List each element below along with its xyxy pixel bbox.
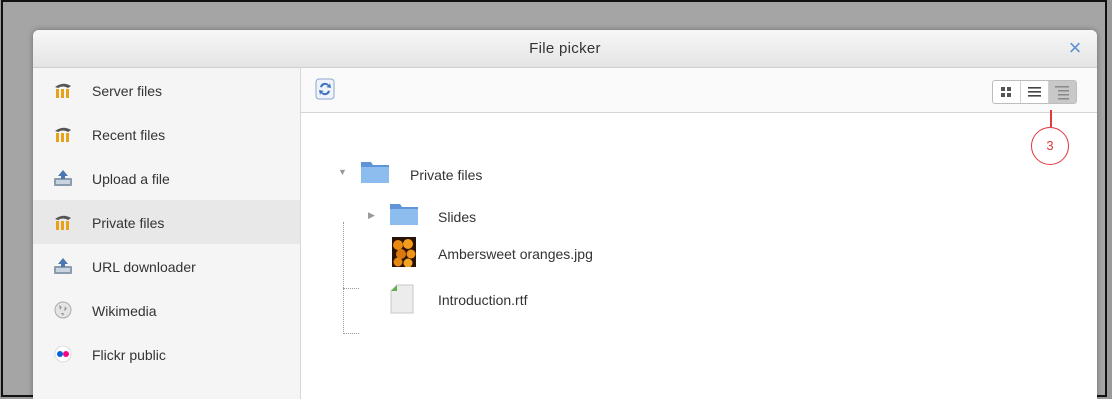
tree-view-button[interactable] — [1049, 81, 1076, 103]
tree-connector — [343, 222, 344, 334]
sidebar-item-label: Private files — [92, 215, 165, 231]
url-download-icon — [54, 258, 72, 274]
list-view-button[interactable] — [1021, 81, 1049, 103]
dialog-header: File picker × — [33, 30, 1097, 68]
tree-node-label[interactable]: Private files — [410, 167, 482, 183]
expand-arrow-icon[interactable]: ▶ — [368, 210, 375, 221]
sidebar-item-flickr-public[interactable]: Flickr public — [33, 332, 300, 376]
sidebar-item-label: Flickr public — [92, 347, 166, 363]
moodle-icon — [55, 215, 71, 230]
folder-icon — [361, 162, 389, 183]
grid-view-icon — [1001, 87, 1011, 97]
sidebar-item-label: Upload a file — [92, 171, 170, 187]
file-tree: ▼ Private files ▶ Slides Ambersweet oran… — [301, 112, 1097, 399]
image-thumbnail-icon — [392, 237, 416, 267]
file-picker-dialog: File picker × Server files Recent files — [33, 30, 1097, 399]
sidebar-item-label: Server files — [92, 83, 163, 99]
icons-view-button[interactable] — [993, 81, 1021, 103]
folder-icon — [390, 204, 418, 225]
view-mode-switcher — [992, 80, 1077, 104]
sidebar-item-private-files[interactable]: Private files — [33, 200, 300, 244]
moodle-icon — [55, 127, 71, 142]
close-icon[interactable]: × — [1065, 37, 1085, 59]
annotation-callout: 3 — [1031, 127, 1069, 165]
refresh-icon[interactable] — [315, 78, 335, 100]
sidebar-item-label: Wikimedia — [92, 303, 157, 319]
tree-connector — [343, 333, 359, 334]
upload-icon — [54, 170, 72, 186]
sidebar-item-label: URL downloader — [92, 259, 196, 275]
sidebar-item-wikimedia[interactable]: Wikimedia — [33, 288, 300, 332]
moodle-icon — [55, 83, 71, 98]
sidebar-item-server-files[interactable]: Server files — [33, 68, 300, 112]
tree-connector — [343, 288, 359, 289]
tree-node-label[interactable]: Ambersweet oranges.jpg — [438, 246, 593, 262]
sidebar-item-recent-files[interactable]: Recent files — [33, 112, 300, 156]
tree-node-label[interactable]: Introduction.rtf — [438, 292, 528, 308]
sidebar-item-url-downloader[interactable]: URL downloader — [33, 244, 300, 288]
sidebar-item-label: Recent files — [92, 127, 166, 143]
file-toolbar — [301, 68, 1097, 113]
sidebar-item-upload-a-file[interactable]: Upload a file — [33, 156, 300, 200]
repository-sidebar: Server files Recent files Upload a file — [33, 68, 301, 399]
dialog-title: File picker — [529, 40, 601, 57]
file-browser-panel: ▼ Private files ▶ Slides Ambersweet oran… — [301, 68, 1097, 399]
wikimedia-icon — [54, 301, 72, 319]
list-view-icon — [1028, 87, 1041, 97]
tree-view-icon — [1055, 86, 1069, 100]
flickr-icon — [54, 345, 72, 363]
document-icon — [390, 284, 414, 314]
tree-node-label[interactable]: Slides — [438, 209, 476, 225]
collapse-arrow-icon[interactable]: ▼ — [338, 167, 347, 177]
annotation-pointer — [1050, 110, 1052, 127]
